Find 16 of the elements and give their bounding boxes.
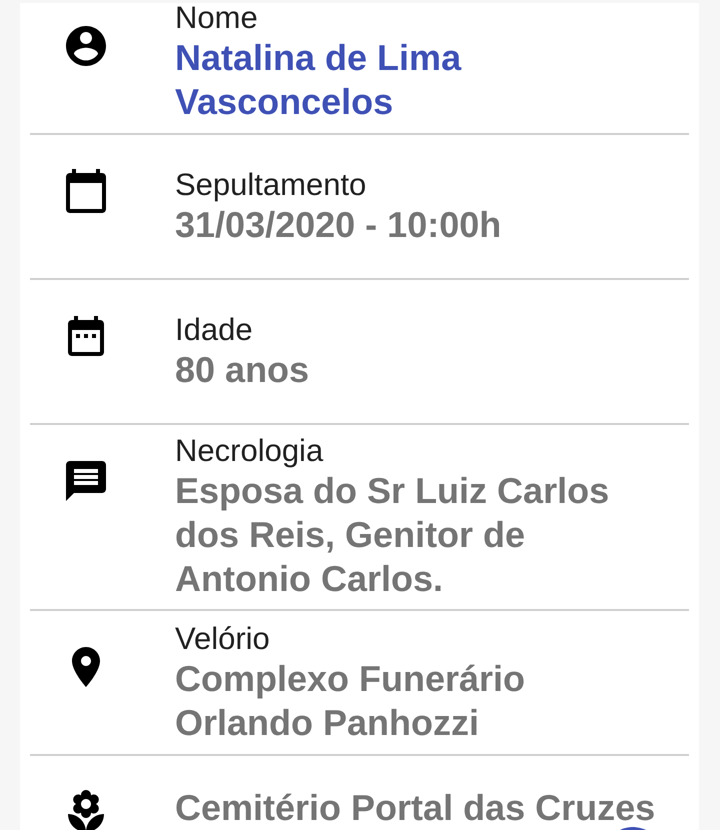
flower-icon [68,790,104,830]
message-icon [66,461,106,501]
field-label: Velório [175,620,271,656]
field-label: Sepultamento [175,166,368,202]
calendar-icon [66,169,106,213]
calendar-icon [68,316,104,356]
field-value: Natalina de Lima Vasconcelos [175,36,462,124]
field-value: 80 anos [175,348,310,392]
field-label: Nome [175,3,259,36]
location-pin-icon [72,647,100,687]
field-value: Cemitério Portal das Cruzes [175,786,656,830]
field-label: Necrologia [175,433,324,469]
field-value: Esposa do Sr Luiz Carlos dos Reis, Genitor de Antonio Carlos. [175,469,610,601]
field-label: Idade [175,312,254,348]
field-value: Complexo Funerário Orlando Panhozzi [175,656,526,744]
field-value: 31/03/2020 - 10:00h [175,202,502,246]
